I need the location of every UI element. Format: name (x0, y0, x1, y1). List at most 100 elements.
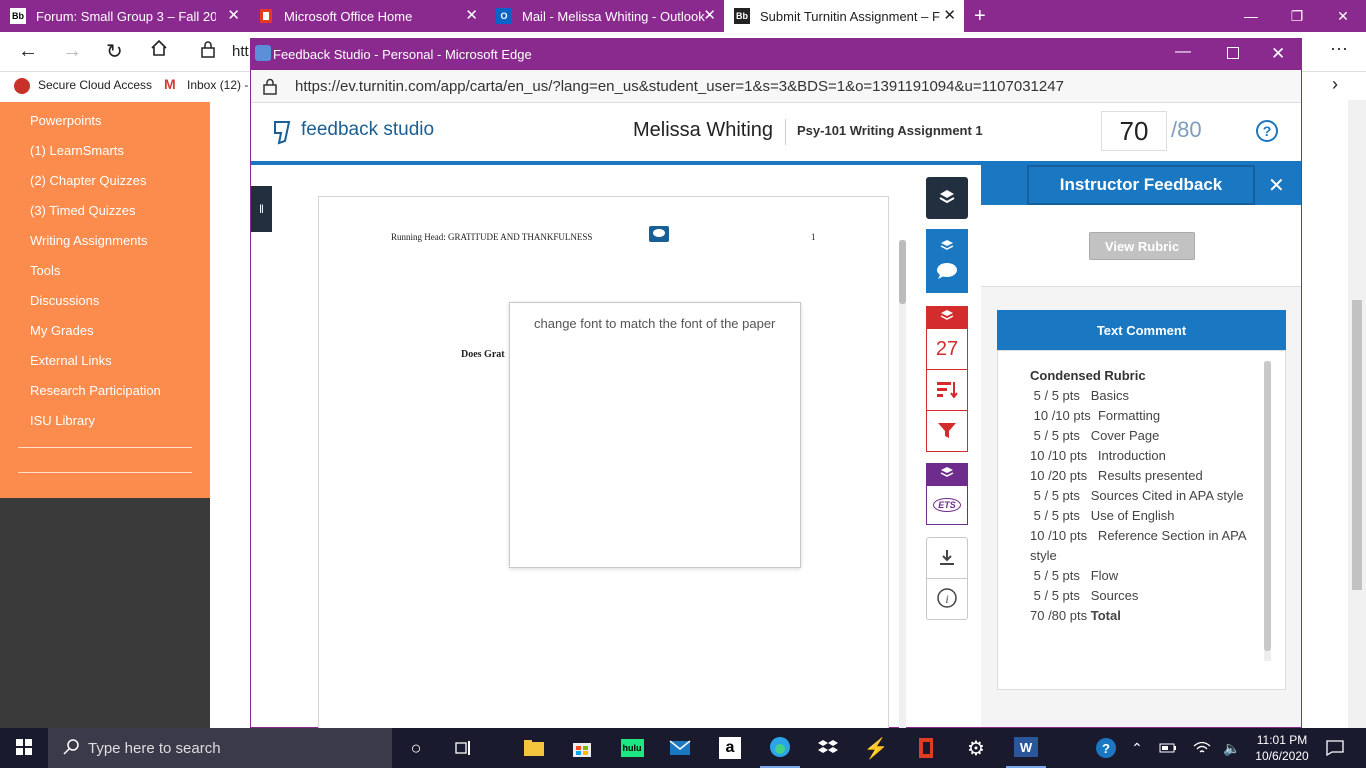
document-scrollbar[interactable] (899, 240, 906, 760)
taskbar-search[interactable]: Type here to search (48, 728, 392, 768)
tab-office[interactable]: Microsoft Office Home ✕ (248, 0, 486, 32)
close-icon[interactable]: ✕ (227, 8, 240, 23)
maximize-icon[interactable]: ❐ (1274, 0, 1320, 32)
menu-item-timed-quizzes[interactable]: (3) Timed Quizzes (30, 203, 135, 218)
etr-layer-button[interactable] (926, 463, 968, 485)
start-button[interactable] (0, 728, 48, 768)
favorite-secure-cloud[interactable]: Secure Cloud Access (38, 78, 152, 92)
app-icon[interactable]: ⚡ (858, 728, 894, 768)
scrollbar-thumb[interactable] (1264, 361, 1271, 651)
store-icon[interactable] (564, 728, 600, 768)
settings-icon[interactable]: ⚙ (958, 728, 994, 768)
gmail-icon: M (164, 76, 176, 92)
layers-button[interactable] (926, 177, 968, 219)
help-tray-icon[interactable]: ? (1094, 728, 1118, 768)
download-icon (939, 548, 955, 569)
wifi-icon[interactable] (1190, 728, 1214, 768)
close-popup-icon[interactable]: ✕ (1271, 44, 1285, 64)
popup-url[interactable]: https://ev.turnitin.com/app/carta/en_us/… (295, 78, 1064, 95)
edge-icon[interactable] (760, 728, 800, 768)
popup-address-bar: https://ev.turnitin.com/app/carta/en_us/… (251, 70, 1301, 103)
forward-icon[interactable]: → (62, 40, 82, 63)
cortana-icon[interactable]: ○ (398, 728, 434, 768)
tab-forum[interactable]: Bb Forum: Small Group 3 – Fall 2020 ✕ (0, 0, 248, 32)
total-label: Total (1090, 608, 1121, 623)
menu-item-chapter-quizzes[interactable]: (2) Chapter Quizzes (30, 173, 146, 188)
similarity-score[interactable]: 27 (926, 328, 968, 370)
menu-item-tools[interactable]: Tools (30, 263, 60, 278)
close-panel-icon[interactable]: ✕ (1268, 173, 1285, 198)
menu-item-discussions[interactable]: Discussions (30, 293, 99, 308)
sort-button[interactable] (926, 369, 968, 411)
tab-outlook[interactable]: O Mail - Melissa Whiting - Outlook ✕ (486, 0, 724, 32)
menu-item-powerpoints[interactable]: Powerpoints (30, 113, 102, 128)
notifications-icon[interactable] (1320, 728, 1350, 768)
home-icon[interactable] (150, 39, 168, 60)
office-icon[interactable] (908, 728, 944, 768)
menu-item-external-links[interactable]: External Links (30, 353, 112, 368)
amazon-icon[interactable]: a (712, 728, 748, 768)
layers-icon (940, 309, 954, 326)
clock[interactable]: 11:01 PM 10/6/2020 (1250, 728, 1314, 768)
comment-bubble[interactable]: change font to match the font of the pap… (509, 302, 801, 568)
close-window-icon[interactable]: ✕ (1320, 0, 1366, 32)
rubric-line: 10 /10 pts Introduction (1030, 448, 1166, 463)
rubric-area: View Rubric (981, 205, 1301, 287)
layers-icon (940, 239, 954, 256)
filter-button[interactable] (926, 410, 968, 452)
browser-tab-bar: Bb Forum: Small Group 3 – Fall 2020 ✕ Mi… (0, 0, 1366, 32)
ets-logo: ETS (933, 498, 961, 512)
menu-item-my-grades[interactable]: My Grades (30, 323, 94, 338)
battery-icon[interactable] (1156, 728, 1180, 768)
page-scrollbar[interactable] (1348, 100, 1366, 728)
menu-item-learnsmarts[interactable]: (1) LearnSmarts (30, 143, 124, 158)
menu-item-writing-assignments[interactable]: Writing Assignments (30, 233, 148, 248)
sort-icon (936, 380, 958, 401)
refresh-icon[interactable]: ↻ (106, 39, 123, 64)
favorite-inbox[interactable]: Inbox (12) - (187, 78, 248, 92)
file-explorer-icon[interactable] (516, 728, 552, 768)
dropbox-icon[interactable] (810, 728, 846, 768)
tab-turnitin[interactable]: Bb Submit Turnitin Assignment – Fall ✕ (724, 0, 964, 32)
close-icon[interactable]: ✕ (465, 8, 478, 23)
page-navigator-handle[interactable]: ‖ (251, 186, 272, 232)
score-max: /80 (1171, 117, 1202, 142)
hulu-icon[interactable]: hulu (614, 728, 650, 768)
scrollbar-thumb[interactable] (899, 240, 906, 304)
menu-item-isu-library[interactable]: ISU Library (30, 413, 95, 428)
back-icon[interactable]: ← (18, 40, 38, 63)
download-button[interactable] (926, 537, 968, 579)
more-menu-icon[interactable]: ··· (1330, 38, 1348, 59)
score-input[interactable]: 70 (1101, 111, 1167, 151)
chevron-right-icon[interactable]: › (1332, 74, 1338, 95)
assignment-title: Psy-101 Writing Assignment 1 (797, 123, 983, 138)
outer-address-bar[interactable]: htt (232, 43, 249, 60)
document-title: Does Grat (461, 349, 505, 360)
grading-layer-button[interactable] (926, 229, 968, 293)
comment-marker-icon[interactable] (649, 226, 669, 242)
help-icon[interactable]: ? (1256, 120, 1278, 142)
task-view-icon[interactable] (446, 728, 482, 768)
scrollbar-thumb[interactable] (1352, 300, 1362, 590)
mail-icon[interactable] (662, 728, 698, 768)
minimize-icon[interactable]: — (1175, 43, 1191, 61)
info-button[interactable]: i (926, 578, 968, 620)
ets-button[interactable]: ETS (926, 485, 968, 525)
close-icon[interactable]: ✕ (943, 8, 956, 23)
minimize-icon[interactable]: — (1228, 0, 1274, 32)
new-tab-button[interactable]: + (964, 0, 994, 32)
menu-item-research-participation[interactable]: Research Participation (30, 383, 161, 398)
word-icon[interactable]: W (1006, 728, 1046, 768)
maximize-icon[interactable] (1227, 47, 1239, 59)
comment-scrollbar[interactable] (1264, 361, 1271, 661)
panel-header: Instructor Feedback ✕ (981, 165, 1301, 205)
close-icon[interactable]: ✕ (703, 8, 716, 23)
similarity-layer-button[interactable] (926, 306, 968, 328)
tab-label: Microsoft Office Home (284, 8, 413, 24)
view-rubric-button[interactable]: View Rubric (1089, 232, 1195, 260)
lock-icon (263, 78, 277, 98)
rubric-line: 5 / 5 pts Sources Cited in APA style (1030, 488, 1244, 503)
chevron-up-icon[interactable]: ⌃ (1126, 728, 1148, 768)
turnitin-favicon (255, 45, 271, 61)
volume-icon[interactable]: 🔈 (1220, 728, 1244, 768)
